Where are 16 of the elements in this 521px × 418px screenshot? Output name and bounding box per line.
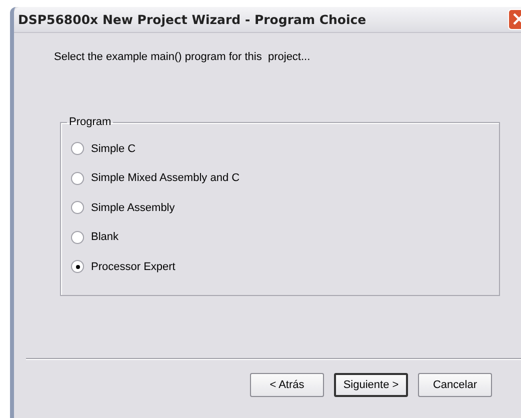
option-label[interactable]: Simple Assembly	[91, 202, 175, 214]
option-label[interactable]: Simple C	[91, 142, 136, 155]
radio-button[interactable]	[71, 172, 84, 185]
option-label[interactable]: Blank	[91, 231, 119, 244]
radio-button[interactable]	[71, 201, 84, 214]
window-title: DSP56800x New Project Wizard - Program Choice	[18, 12, 368, 27]
option-label[interactable]: Simple Mixed Assembly and C	[91, 172, 240, 184]
dialog-button[interactable]: Cancelar	[418, 373, 492, 397]
group-label: Program	[68, 116, 112, 128]
option-label[interactable]: Processor Expert	[91, 260, 176, 273]
radio-button[interactable]	[71, 230, 84, 244]
dialog-button[interactable]: Siguiente >	[334, 373, 408, 397]
instruction-text: Select the example main() program for this project...	[54, 51, 312, 65]
dialog-button[interactable]: < Atrás	[250, 373, 324, 397]
radio-button[interactable]	[71, 142, 84, 156]
radio-button[interactable]	[71, 260, 84, 274]
